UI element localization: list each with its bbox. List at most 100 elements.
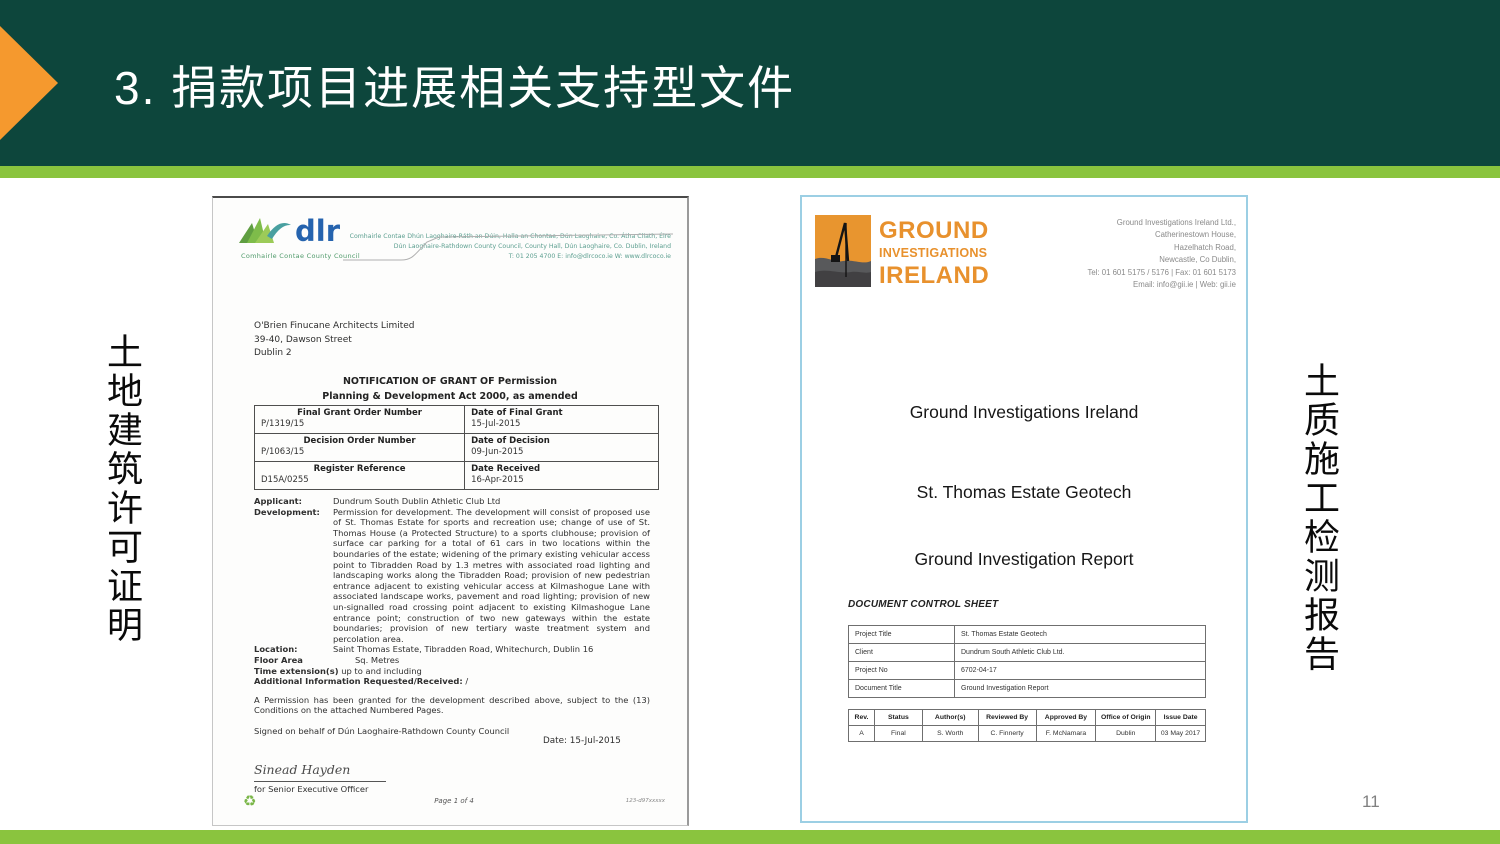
grant-table-label: Decision Order Number	[261, 436, 458, 446]
table-header-row: Rev. Status Author(s) Reviewed By Approv…	[849, 710, 1206, 726]
right-caption: 土质施工检测报告	[1301, 362, 1337, 674]
applicant-row: Applicant: Dundrum South Dublin Athletic…	[254, 496, 650, 507]
column-header: Approved By	[1036, 710, 1096, 726]
drilling-rig-icon	[815, 215, 871, 287]
dlr-logo: dlr	[239, 214, 340, 244]
table-row: Final Grant Order Number P/1319/15 Date …	[255, 406, 659, 434]
document-footer: ♻ Page 1 of 4 123-d97xxxxx	[243, 791, 665, 809]
field-label: Floor Area	[254, 655, 333, 666]
gii-address-line: Catherinestown House,	[1087, 229, 1236, 241]
revision-cell: C. Finnerty	[978, 726, 1036, 742]
gii-wordmark-line1: GROUND	[879, 219, 989, 243]
revision-cell: Final	[874, 726, 922, 742]
additional-info-row: Additional Information Requested/Receive…	[254, 676, 650, 687]
header-accent-strip	[0, 166, 1500, 178]
info-value: Dundrum South Athletic Club Ltd.	[955, 644, 1206, 662]
grant-table-label: Register Reference	[261, 464, 458, 474]
column-header: Status	[874, 710, 922, 726]
field-label: Additional Information Requested/Receive…	[254, 676, 463, 686]
table-row: Project Title St. Thomas Estate Geotech	[849, 626, 1206, 644]
info-label: Document Title	[849, 680, 955, 698]
gii-address-line: Email: info@gii.ie | Web: gii.ie	[1087, 279, 1236, 291]
column-header: Office of Origin	[1096, 710, 1156, 726]
info-value: St. Thomas Estate Geotech	[955, 626, 1206, 644]
document-heading-line1: NOTIFICATION OF GRANT OF Permission	[213, 375, 687, 390]
column-header: Issue Date	[1156, 710, 1206, 726]
grant-table-value: 09-Jun-2015	[471, 447, 652, 457]
gii-address-line: Hazelhatch Road,	[1087, 242, 1236, 254]
revision-cell: S. Worth	[922, 726, 978, 742]
gii-address-line: Ground Investigations Ireland Ltd.,	[1087, 217, 1236, 229]
gii-address-block: Ground Investigations Ireland Ltd., Cath…	[1087, 217, 1236, 292]
grant-table-value: D15A/0255	[261, 475, 458, 485]
page-info: Page 1 of 4	[434, 797, 474, 805]
field-value: Permission for development. The developm…	[333, 507, 650, 645]
application-details: Applicant: Dundrum South Dublin Athletic…	[254, 496, 650, 795]
gii-wordmark-line3: IRELAND	[879, 264, 989, 288]
field-value: Saint Thomas Estate, Tibradden Road, Whi…	[333, 644, 650, 655]
grant-table-value: P/1319/15	[261, 419, 458, 429]
field-label: Time extension(s)	[254, 666, 339, 676]
info-value: 6702-04-17	[955, 662, 1206, 680]
revision-cell: 03 May 2017	[1156, 726, 1206, 742]
recipient-line: O'Brien Finucane Architects Limited	[254, 320, 415, 334]
page-number: 11	[1362, 792, 1380, 812]
grant-table-label: Date of Decision	[471, 436, 652, 446]
column-header: Rev.	[849, 710, 875, 726]
field-value: Dundrum South Dublin Athletic Club Ltd	[333, 496, 650, 507]
field-label: Location:	[254, 644, 333, 655]
project-info-table: Project Title St. Thomas Estate Geotech …	[848, 625, 1206, 698]
grant-statement: A Permission has been granted for the de…	[254, 695, 650, 716]
table-row: Client Dundrum South Athletic Club Ltd.	[849, 644, 1206, 662]
grant-table-label: Date Received	[471, 464, 652, 474]
left-caption: 土地建筑许可证明	[104, 333, 140, 645]
slide-title: 3. 捐款项目进展相关支持型文件	[114, 52, 795, 118]
recipient-address: O'Brien Finucane Architects Limited 39-4…	[254, 320, 415, 361]
development-row: Development: Permission for development.…	[254, 507, 650, 645]
revision-table: Rev. Status Author(s) Reviewed By Approv…	[848, 709, 1206, 742]
control-sheet-heading: DOCUMENT CONTROL SHEET	[848, 599, 998, 610]
document-reference: 123-d97xxxxx	[626, 798, 665, 804]
signature-line	[254, 781, 386, 782]
report-document-title: Ground Investigation Report	[802, 549, 1246, 570]
grant-table-value: 15-Jul-2015	[471, 419, 652, 429]
recipient-line: 39-40, Dawson Street	[254, 334, 415, 348]
dlr-waves-icon	[239, 214, 291, 244]
table-row: A Final S. Worth C. Finnerty F. McNamara…	[849, 726, 1206, 742]
grant-table-label: Date of Final Grant	[471, 408, 652, 418]
document-heading: NOTIFICATION OF GRANT OF Permission Plan…	[213, 375, 687, 404]
revision-cell: Dublin	[1096, 726, 1156, 742]
location-row: Location: Saint Thomas Estate, Tibradden…	[254, 644, 650, 655]
table-row: Decision Order Number P/1063/15 Date of …	[255, 434, 659, 462]
info-label: Client	[849, 644, 955, 662]
table-row: Document Title Ground Investigation Repo…	[849, 680, 1206, 698]
slide-header: 3. 捐款项目进展相关支持型文件	[0, 0, 1500, 166]
letterhead-divider-line	[343, 224, 673, 264]
signature: Sinead Hayden	[254, 762, 650, 778]
floor-area-row: Floor Area Sq. Metres	[254, 655, 650, 666]
gii-address-line: Tel: 01 601 5175 / 5176 | Fax: 01 601 51…	[1087, 267, 1236, 279]
info-label: Project No	[849, 662, 955, 680]
gii-logo: GROUND INVESTIGATIONS IRELAND	[815, 215, 989, 288]
grant-table-value: P/1063/15	[261, 447, 458, 457]
revision-cell: A	[849, 726, 875, 742]
signed-on-behalf-line: Signed on behalf of Dún Laoghaire-Rathdo…	[254, 726, 650, 737]
field-label: Applicant:	[254, 496, 333, 507]
dlr-logo-text: dlr	[295, 218, 340, 244]
gii-address-line: Newcastle, Co Dublin,	[1087, 254, 1236, 266]
grant-table-value: 16-Apr-2015	[471, 475, 652, 485]
recipient-line: Dublin 2	[254, 347, 415, 361]
column-header: Author(s)	[922, 710, 978, 726]
table-row: Project No 6702-04-17	[849, 662, 1206, 680]
gii-wordmark-line2: INVESTIGATIONS	[879, 247, 989, 260]
time-extension-row: Time extension(s) up to and including	[254, 666, 650, 677]
recycle-icon: ♻	[243, 794, 256, 809]
field-value: up to and including	[341, 666, 422, 676]
info-value: Ground Investigation Report	[955, 680, 1206, 698]
grant-table-label: Final Grant Order Number	[261, 408, 458, 418]
gii-report-document: GROUND INVESTIGATIONS IRELAND Ground Inv…	[800, 195, 1248, 823]
table-row: Register Reference D15A/0255 Date Receiv…	[255, 462, 659, 490]
document-heading-line2: Planning & Development Act 2000, as amen…	[213, 390, 687, 405]
gii-wordmark: GROUND INVESTIGATIONS IRELAND	[879, 215, 989, 288]
report-project-title: St. Thomas Estate Geotech	[802, 482, 1246, 503]
